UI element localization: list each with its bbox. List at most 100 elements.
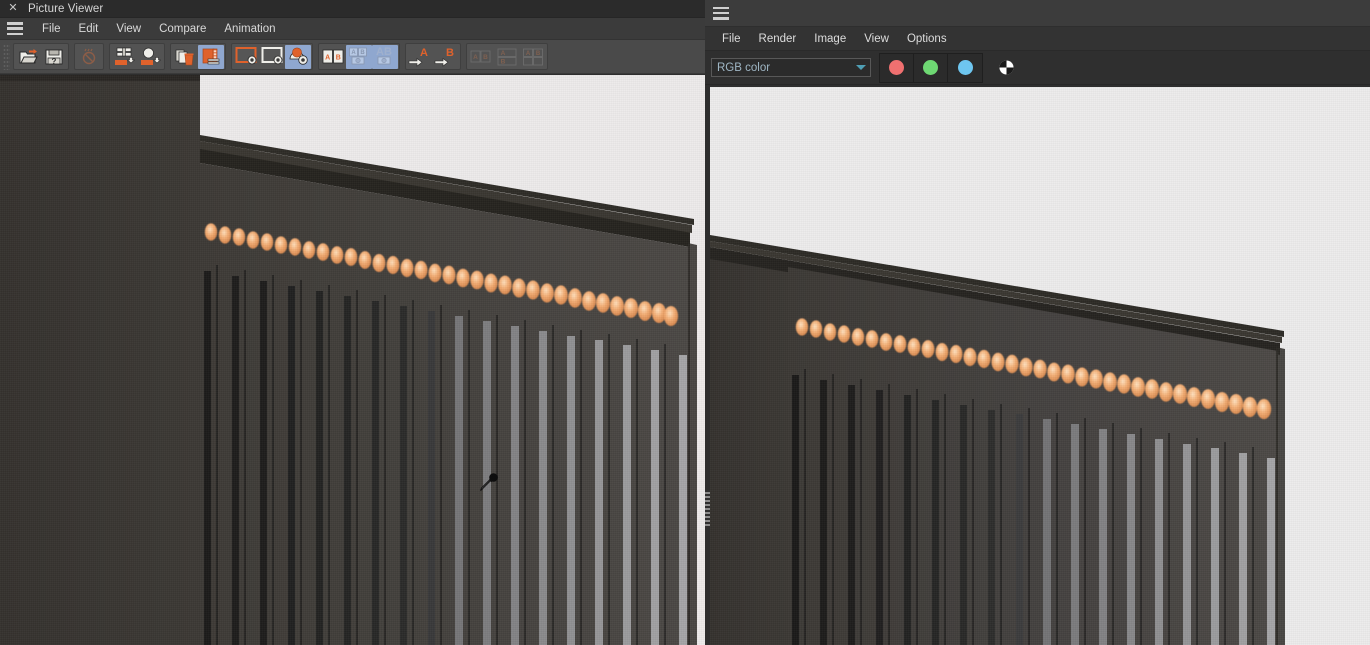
- alpha-channel-button[interactable]: [989, 54, 1023, 82]
- no-entry-icon: [82, 48, 96, 64]
- right-topbar: [705, 0, 1370, 27]
- svg-text:A: A: [420, 47, 428, 59]
- toolbar: ? A B A B AB A B A B A B A B: [0, 40, 705, 74]
- black-white-circle-icon: [998, 60, 1014, 75]
- toolbar-group-render: [74, 43, 104, 70]
- ab-horizontal-icon: A B: [470, 50, 491, 62]
- load-object-button[interactable]: [137, 45, 163, 69]
- render-artwork-left: [0, 75, 705, 645]
- svg-text:A: A: [501, 50, 506, 57]
- open-image-button[interactable]: [15, 45, 41, 69]
- menu-item-animation[interactable]: Animation: [215, 18, 284, 40]
- svg-text:AB: AB: [376, 46, 392, 58]
- 3d-panel-artwork: [710, 87, 1370, 645]
- menu-item-edit[interactable]: Edit: [70, 18, 108, 40]
- chevron-down-icon: [856, 65, 866, 70]
- svg-text:B: B: [446, 47, 454, 59]
- svg-text:?: ?: [52, 57, 57, 66]
- sphere-down-arrow-icon: [141, 47, 161, 65]
- menu-item-compare[interactable]: Compare: [150, 18, 215, 40]
- toolbar-group-view: [231, 43, 313, 70]
- application-window: ✕ Picture Viewer File Edit View Compare …: [0, 0, 1370, 645]
- right-menubar: File Render Image View Options: [705, 27, 1370, 51]
- ab-vertical-icon: A B: [497, 48, 517, 65]
- 3d-panel-artwork: [0, 75, 705, 645]
- menu-item-render[interactable]: Render: [750, 27, 806, 51]
- picture-viewer-canvas[interactable]: [0, 75, 705, 645]
- channel-button-group: [879, 52, 983, 83]
- render-view-window: File Render Image View Options RGB color: [705, 0, 1370, 645]
- blue-circle-icon: [957, 60, 973, 75]
- menu-item-options[interactable]: Options: [898, 27, 956, 51]
- red-circle-icon: [889, 60, 904, 75]
- view-overlay-button[interactable]: [285, 44, 311, 69]
- frame-preview-orange-icon: [235, 47, 257, 65]
- window-title: Picture Viewer: [28, 2, 104, 15]
- toolbar-group-history: [170, 43, 226, 70]
- view-single-b-button[interactable]: [259, 45, 285, 69]
- svg-text:A: A: [351, 50, 356, 56]
- toolbar-group-file: ?: [13, 43, 69, 70]
- stop-render-button[interactable]: [76, 45, 102, 69]
- compare-side-by-side-button[interactable]: A B: [320, 45, 346, 69]
- svg-text:B: B: [360, 50, 365, 56]
- green-channel-button[interactable]: [914, 53, 948, 82]
- green-circle-icon: [923, 60, 938, 75]
- folder-open-icon: [19, 48, 38, 63]
- ab-large-preview-icon: AB: [376, 46, 392, 65]
- menu-item-image[interactable]: Image: [805, 27, 855, 51]
- color-channel-value: RGB color: [717, 61, 771, 74]
- layout-vertical-button[interactable]: A B: [494, 45, 520, 69]
- render-view-canvas[interactable]: [710, 87, 1370, 645]
- toolbar-drag-grip[interactable]: [3, 43, 10, 70]
- toolbar-group-load: [109, 43, 165, 70]
- set-b-button[interactable]: B: [433, 45, 459, 69]
- svg-text:B: B: [483, 54, 488, 61]
- filmstrip-book-icon: [202, 48, 220, 64]
- red-channel-button[interactable]: [880, 53, 914, 82]
- layout-quad-button[interactable]: A B: [520, 45, 546, 69]
- layout-horizontal-button[interactable]: A B: [468, 45, 494, 69]
- arrow-b-icon: B: [434, 47, 454, 67]
- floppy-disk-question-icon: ?: [45, 49, 63, 66]
- ab-quad-icon: A B: [523, 48, 543, 65]
- frames-down-arrow-icon: [115, 47, 135, 65]
- view-single-a-button[interactable]: [233, 45, 259, 69]
- color-channel-select[interactable]: RGB color: [711, 58, 871, 77]
- sphere-preview-icon: [289, 47, 308, 65]
- arrow-a-icon: A: [408, 47, 428, 67]
- svg-text:B: B: [336, 54, 341, 61]
- history-panel-button[interactable]: [198, 44, 224, 69]
- compare-ab-preview-button[interactable]: A B: [346, 44, 372, 69]
- menu-item-view[interactable]: View: [107, 18, 150, 40]
- hamburger-menu-icon[interactable]: [713, 6, 729, 20]
- ab-boxes-preview-icon: A B: [349, 47, 367, 65]
- compare-ab-large-button[interactable]: AB: [372, 44, 398, 69]
- blue-channel-button[interactable]: [948, 53, 982, 82]
- pages-trash-icon: [175, 49, 194, 65]
- toolbar-group-compare: A B A B AB: [318, 43, 400, 70]
- menu-item-file[interactable]: File: [33, 18, 70, 40]
- menubar: File Edit View Compare Animation: [0, 18, 705, 40]
- svg-text:B: B: [536, 51, 541, 57]
- svg-text:A: A: [325, 54, 330, 61]
- ab-split-icon: A B: [322, 49, 344, 63]
- clear-history-button[interactable]: [172, 45, 198, 69]
- render-artwork-right: [710, 87, 1370, 645]
- set-a-button[interactable]: A: [407, 45, 433, 69]
- load-sequence-button[interactable]: [111, 45, 137, 69]
- right-toolbar: RGB color: [705, 51, 1370, 85]
- picture-viewer-window: ✕ Picture Viewer File Edit View Compare …: [0, 0, 705, 645]
- menu-item-file[interactable]: File: [713, 27, 750, 51]
- titlebar: ✕ Picture Viewer: [0, 0, 705, 18]
- svg-text:B: B: [501, 58, 506, 65]
- svg-text:A: A: [473, 54, 478, 61]
- hamburger-menu-icon[interactable]: [7, 22, 23, 35]
- close-icon[interactable]: ✕: [6, 2, 20, 16]
- menu-item-view[interactable]: View: [855, 27, 898, 51]
- svg-text:A: A: [526, 51, 531, 57]
- save-image-button[interactable]: ?: [41, 45, 67, 69]
- toolbar-group-layout: A B A B A B: [466, 43, 548, 70]
- toolbar-group-assign: A B: [405, 43, 461, 70]
- frame-preview-gray-icon: [261, 47, 283, 65]
